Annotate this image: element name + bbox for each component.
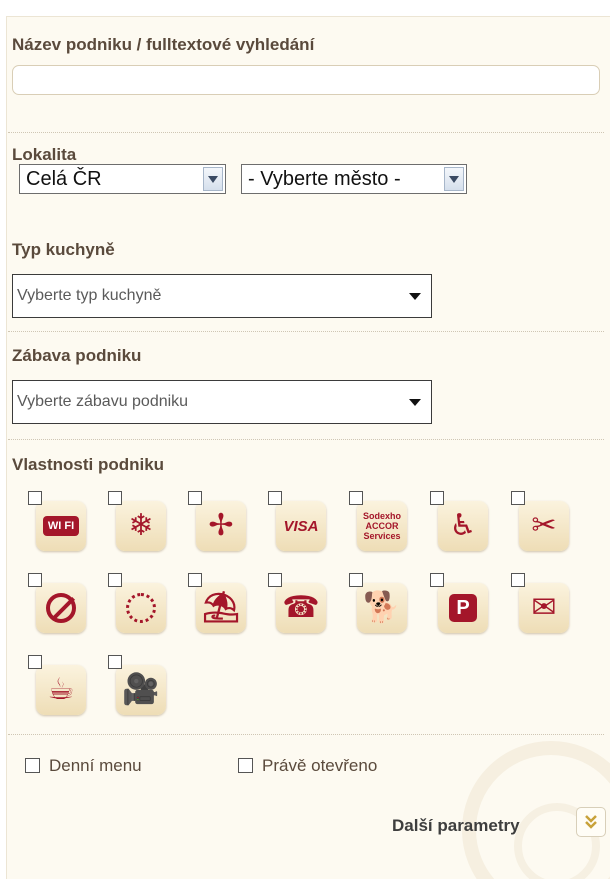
cuisine-label: Typ kuchyně	[12, 240, 115, 259]
entertainment-select[interactable]: Vyberte zábavu podniku	[12, 380, 432, 424]
fan-icon: ✢	[196, 501, 246, 551]
search-panel	[6, 16, 610, 879]
cuisine-select-value: Vyberte typ kuchyně	[17, 287, 162, 304]
feature-checkbox[interactable]	[28, 655, 42, 669]
baby-icon: ✂	[519, 501, 569, 551]
feature-parking[interactable]: P	[430, 573, 490, 635]
feature-visa[interactable]: VISA	[268, 491, 328, 553]
open-now-option[interactable]: Právě otevřeno	[238, 756, 438, 776]
feature-checkbox[interactable]	[28, 573, 42, 587]
daily-menu-label: Denní menu	[49, 756, 142, 775]
region-select-value: Celá ČR	[26, 168, 102, 190]
phone-reservation-icon: ☎	[276, 583, 326, 633]
feature-terrace[interactable]: ⛱	[188, 573, 248, 635]
city-select-value: - Vyberte město -	[248, 168, 401, 190]
visa-card-icon: VISA	[276, 501, 326, 551]
entertainment-label: Zábava podniku	[12, 346, 142, 365]
region-select[interactable]: Celá ČR	[19, 164, 226, 194]
double-chevron-down-icon[interactable]	[576, 807, 606, 837]
feature-checkbox[interactable]	[188, 491, 202, 505]
sodexho-voucher-icon: Sodexho ACCOR Services	[357, 501, 407, 551]
feature-checkbox[interactable]	[349, 491, 363, 505]
feature-checkbox[interactable]	[268, 573, 282, 587]
feature-wifi[interactable]: WI FI	[28, 491, 88, 553]
feature-air-conditioning[interactable]: ❄	[108, 491, 168, 553]
feature-phone[interactable]: ☎	[268, 573, 328, 635]
feature-checkbox[interactable]	[268, 491, 282, 505]
open-now-label: Právě otevřeno	[262, 756, 378, 775]
wifi-icon: WI FI	[36, 501, 86, 551]
feature-checkbox[interactable]	[108, 491, 122, 505]
coffee-icon: ☕	[36, 665, 86, 715]
feature-checkbox[interactable]	[511, 491, 525, 505]
feature-checkbox[interactable]	[430, 573, 444, 587]
divider	[8, 439, 604, 440]
double-chevron-down-icon	[585, 815, 597, 829]
name-search-label: Název podniku / fulltextové vyhledání	[12, 35, 315, 54]
feature-checkbox[interactable]	[108, 655, 122, 669]
feature-checkbox[interactable]	[108, 573, 122, 587]
chevron-down-icon[interactable]	[203, 167, 223, 191]
divider	[8, 331, 604, 332]
open-now-checkbox[interactable]	[238, 758, 253, 773]
daily-menu-option[interactable]: Denní menu	[25, 756, 225, 776]
dropdown-arrow-icon	[409, 293, 421, 300]
chevron-down-icon[interactable]	[444, 167, 464, 191]
feature-checkbox[interactable]	[349, 573, 363, 587]
feature-coffee[interactable]: ☕	[28, 655, 88, 717]
terrace-icon: ⛱	[196, 583, 246, 633]
feature-checkbox[interactable]	[430, 491, 444, 505]
feature-pets[interactable]: 🐕	[349, 573, 409, 635]
divider	[8, 132, 604, 133]
air-conditioning-icon: ❄	[116, 501, 166, 551]
wallet-icon: ✉	[519, 583, 569, 633]
locality-label: Lokalita	[12, 145, 77, 164]
dropdown-arrow-icon	[409, 399, 421, 406]
feature-checkbox[interactable]	[188, 573, 202, 587]
video-camera-icon: 🎥	[116, 665, 166, 715]
feature-video[interactable]: 🎥	[108, 655, 168, 717]
feature-fan[interactable]: ✢	[188, 491, 248, 553]
feature-smoking-zone[interactable]	[108, 573, 168, 635]
more-parameters-label[interactable]: Další parametry	[392, 816, 520, 836]
feature-wheelchair[interactable]: ♿	[430, 491, 490, 553]
city-select[interactable]: - Vyberte město -	[241, 164, 467, 194]
feature-baby[interactable]: ✂	[511, 491, 571, 553]
feature-no-smoking[interactable]	[28, 573, 88, 635]
feature-sodexho[interactable]: Sodexho ACCOR Services	[349, 491, 409, 553]
feature-checkbox[interactable]	[28, 491, 42, 505]
features-label: Vlastnosti podniku	[12, 455, 165, 474]
feature-checkbox[interactable]	[511, 573, 525, 587]
divider	[8, 734, 604, 735]
cuisine-select[interactable]: Vyberte typ kuchyně	[12, 274, 432, 318]
no-smoking-icon	[36, 583, 86, 633]
smoking-zone-icon	[116, 583, 166, 633]
pets-allowed-icon: 🐕	[357, 583, 407, 633]
entertainment-select-value: Vyberte zábavu podniku	[17, 393, 189, 410]
wheelchair-access-icon: ♿	[438, 501, 488, 551]
feature-wallet[interactable]: ✉	[511, 573, 571, 635]
parking-icon: P	[438, 583, 488, 633]
name-search-input[interactable]	[12, 65, 600, 95]
daily-menu-checkbox[interactable]	[25, 758, 40, 773]
